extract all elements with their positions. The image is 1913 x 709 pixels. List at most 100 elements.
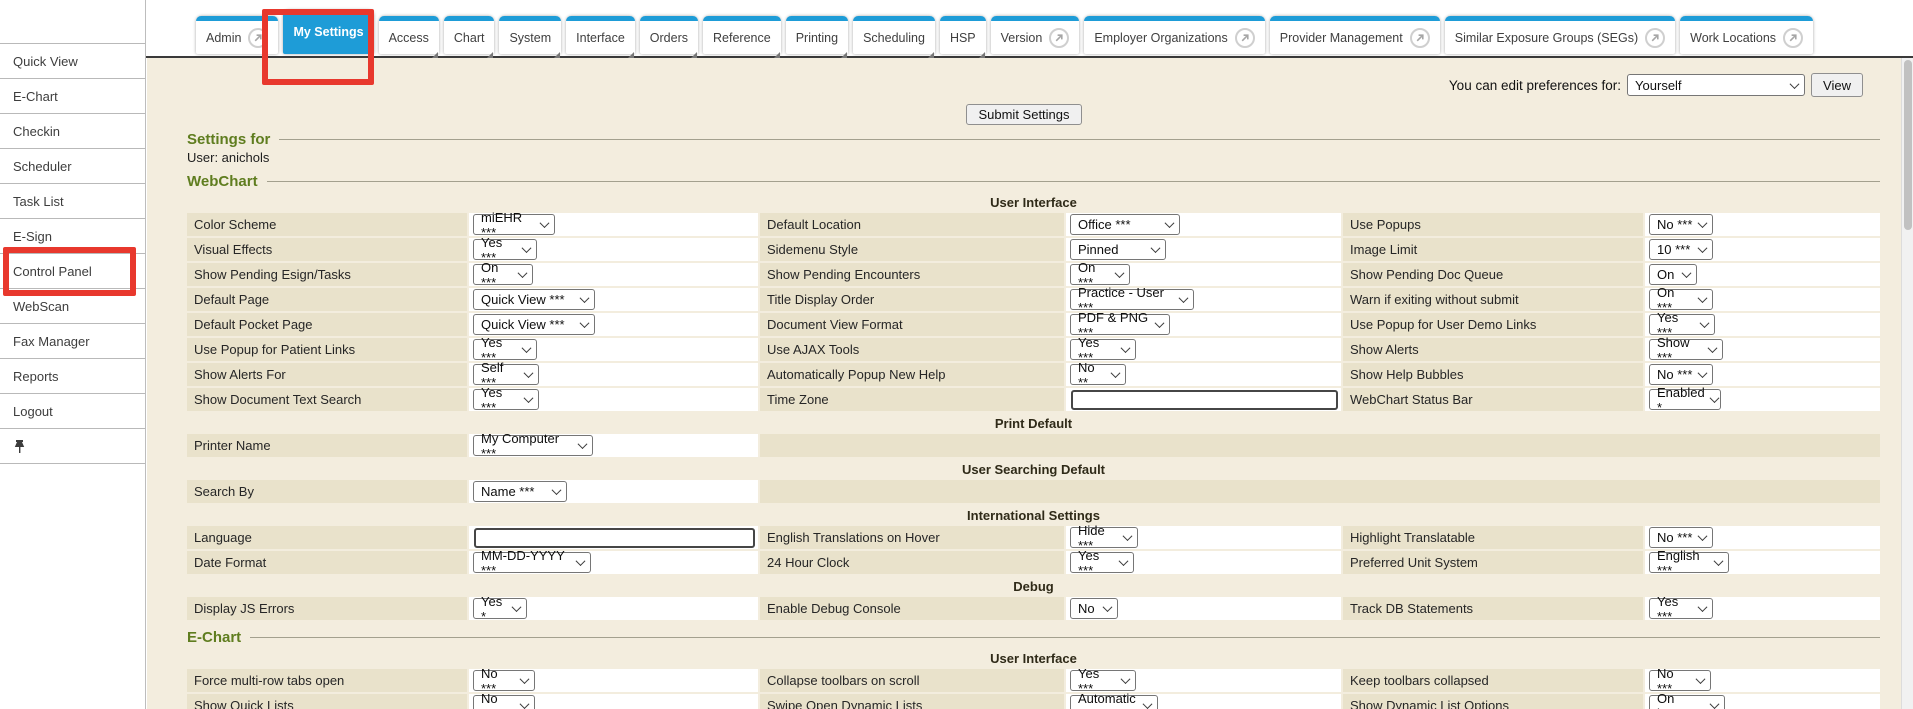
- sidebar-item-fax-manager[interactable]: Fax Manager: [0, 324, 145, 359]
- select-value: Yes ***: [1657, 594, 1693, 624]
- section-legend: WebChart: [187, 173, 1880, 190]
- vertical-scrollbar[interactable]: [1901, 58, 1913, 709]
- field-select[interactable]: Yes ***: [1070, 552, 1134, 573]
- settings-table: User InterfaceColor SchememiEHR ***Defau…: [187, 192, 1880, 620]
- sidebar-item-e-chart[interactable]: E-Chart: [0, 79, 145, 114]
- field-select[interactable]: miEHR ***: [473, 214, 555, 235]
- group-header: Print Default: [187, 413, 1880, 432]
- tab-label: HSP: [950, 31, 976, 45]
- field-text-input[interactable]: [474, 528, 755, 548]
- select-value: Automatic *: [1078, 691, 1138, 709]
- sidebar-item-reports[interactable]: Reports: [0, 359, 145, 394]
- field-select[interactable]: No ***: [1649, 670, 1711, 691]
- table-row: Show Document Text SearchYes ***Time Zon…: [187, 388, 1880, 411]
- field-select[interactable]: Yes ***: [1070, 339, 1136, 360]
- tab-label: Access: [389, 31, 429, 45]
- sidebar-item-logout[interactable]: Logout: [0, 394, 145, 429]
- submit-settings-button[interactable]: Submit Settings: [966, 104, 1081, 125]
- field-select[interactable]: Practice - User ***: [1070, 289, 1194, 310]
- field-select[interactable]: Yes ***: [473, 389, 539, 410]
- field-select[interactable]: No ***: [473, 670, 535, 691]
- field-value-cell: Yes ***: [1066, 551, 1341, 574]
- field-label: Visual Effects: [187, 238, 467, 261]
- sidebar-item-pin[interactable]: [0, 429, 145, 464]
- field-select[interactable]: Automatic *: [1070, 695, 1158, 709]
- tab-interface[interactable]: Interface: [566, 16, 635, 54]
- field-label: Show Quick Lists: [187, 694, 467, 709]
- tab-employer-organizations[interactable]: Employer Organizations: [1084, 16, 1264, 54]
- field-value-cell: On ***: [1066, 263, 1341, 286]
- chevron-down-icon: [1709, 393, 1719, 403]
- tab-label: Version: [1001, 31, 1043, 45]
- tab-hsp[interactable]: HSP: [940, 16, 986, 54]
- sidebar-item-control-panel[interactable]: Control Panel: [0, 254, 145, 289]
- field-select[interactable]: No ***: [473, 695, 535, 709]
- tab-system[interactable]: System: [499, 16, 561, 54]
- tab-provider-management[interactable]: Provider Management: [1270, 16, 1440, 54]
- sidebar-item-quick-view[interactable]: Quick View: [0, 44, 145, 79]
- field-select[interactable]: Self ***: [473, 364, 539, 385]
- field-select[interactable]: Show ***: [1649, 339, 1723, 360]
- field-select[interactable]: Yes *: [473, 598, 527, 619]
- scrollbar-thumb[interactable]: [1904, 60, 1912, 230]
- tab-version[interactable]: Version: [991, 16, 1080, 54]
- chevron-down-icon: [578, 439, 588, 449]
- field-select[interactable]: 10 ***: [1649, 239, 1713, 260]
- field-select[interactable]: Yes ***: [473, 339, 537, 360]
- field-select[interactable]: On hover: [1649, 695, 1725, 709]
- field-select[interactable]: PDF & PNG ***: [1070, 314, 1170, 335]
- field-select[interactable]: My Computer ***: [473, 435, 593, 456]
- view-button[interactable]: View: [1811, 73, 1863, 97]
- field-select[interactable]: Yes ***: [1649, 314, 1715, 335]
- field-select[interactable]: On ***: [473, 264, 533, 285]
- field-select[interactable]: English ***: [1649, 552, 1729, 573]
- field-value-cell: No ***: [1645, 363, 1880, 386]
- sidebar-item-webscan[interactable]: WebScan: [0, 289, 145, 324]
- field-select[interactable]: On: [1649, 264, 1697, 285]
- tab-similar-exposure-groups-segs-[interactable]: Similar Exposure Groups (SEGs): [1445, 16, 1675, 54]
- sidebar-item-label: WebScan: [13, 299, 69, 314]
- chevron-down-icon: [1700, 318, 1710, 328]
- field-select[interactable]: Pinned: [1070, 239, 1166, 260]
- sidebar-item-label: Checkin: [13, 124, 60, 139]
- sidebar-item-label: Scheduler: [13, 159, 72, 174]
- field-select[interactable]: No ***: [1649, 364, 1713, 385]
- field-select[interactable]: Quick View ***: [473, 289, 595, 310]
- field-select[interactable]: MM-DD-YYYY ***: [473, 552, 591, 573]
- tab-my-settings[interactable]: My Settings: [283, 10, 373, 54]
- tab-admin[interactable]: Admin: [196, 16, 278, 54]
- field-select[interactable]: Yes ***: [473, 239, 537, 260]
- tab-work-locations[interactable]: Work Locations: [1680, 16, 1813, 54]
- sidebar-item-checkin[interactable]: Checkin: [0, 114, 145, 149]
- sidebar-item-task-list[interactable]: Task List: [0, 184, 145, 219]
- field-select[interactable]: No ***: [1649, 214, 1713, 235]
- field-value-cell: Yes ***: [469, 388, 758, 411]
- tab-reference[interactable]: Reference: [703, 16, 781, 54]
- tab-printing[interactable]: Printing: [786, 16, 848, 54]
- field-select[interactable]: Office ***: [1070, 214, 1180, 235]
- tab-scheduling[interactable]: Scheduling: [853, 16, 935, 54]
- field-select[interactable]: Name ***: [473, 481, 567, 502]
- tab-chart[interactable]: Chart: [444, 16, 495, 54]
- sidebar-item-e-sign[interactable]: E-Sign: [0, 219, 145, 254]
- field-select[interactable]: Enabled *: [1649, 389, 1721, 410]
- field-text-input[interactable]: [1071, 390, 1338, 410]
- field-select[interactable]: Yes ***: [1070, 670, 1136, 691]
- edit-preferences-select[interactable]: Yourself: [1627, 74, 1805, 96]
- sidebar-item-scheduler[interactable]: Scheduler: [0, 149, 145, 184]
- tab-orders[interactable]: Orders: [640, 16, 698, 54]
- field-select[interactable]: No ***: [1649, 527, 1713, 548]
- field-select[interactable]: No: [1070, 598, 1118, 619]
- chevron-down-icon: [1708, 343, 1718, 353]
- field-value-cell: MM-DD-YYYY ***: [469, 551, 758, 574]
- field-select[interactable]: On ***: [1649, 289, 1713, 310]
- tab-label: Provider Management: [1280, 31, 1403, 45]
- field-select[interactable]: Yes ***: [1649, 598, 1713, 619]
- field-select[interactable]: Hide ***: [1070, 527, 1138, 548]
- table-row: Printer NameMy Computer ***: [187, 434, 1880, 457]
- field-select[interactable]: Quick View ***: [473, 314, 595, 335]
- tab-access[interactable]: Access: [379, 16, 439, 54]
- table-row: LanguageEnglish Translations on HoverHid…: [187, 526, 1880, 549]
- field-select[interactable]: On ***: [1070, 264, 1130, 285]
- field-select[interactable]: No **: [1070, 364, 1126, 385]
